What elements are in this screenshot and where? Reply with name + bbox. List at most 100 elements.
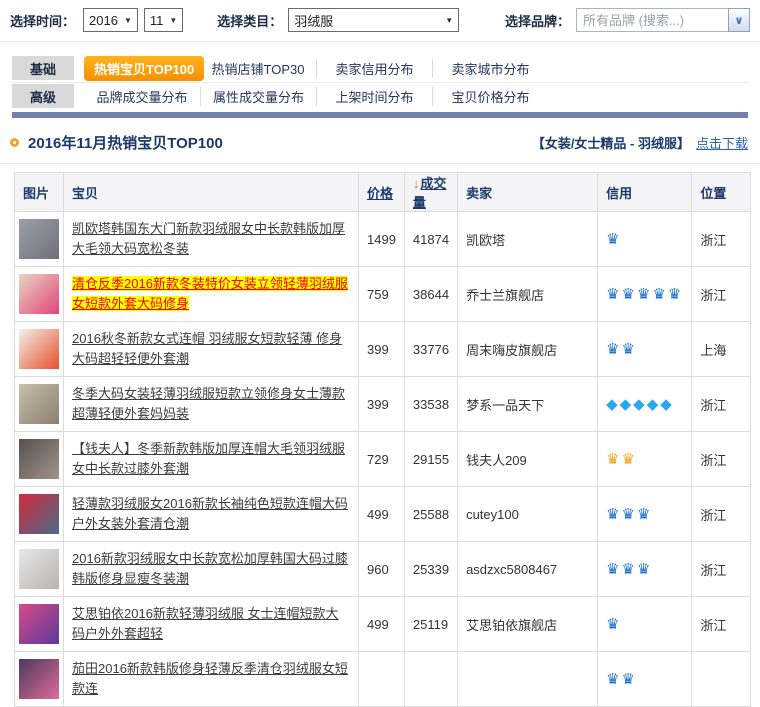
location-value: 浙江 [692,267,751,322]
category-select[interactable]: 羽绒服 ▼ [288,8,459,32]
product-thumbnail[interactable] [19,494,59,534]
location-value: 浙江 [692,487,751,542]
product-thumbnail[interactable] [19,329,59,369]
tab-seller-credit-distribution[interactable]: 卖家信用分布 [316,59,432,78]
caret-down-icon: ▼ [445,16,453,25]
product-thumbnail[interactable] [19,219,59,259]
sales-value: 25119 [404,597,457,652]
tab-group-basic-label: 基础 [12,56,74,80]
crown-icon: ♛ [637,561,650,578]
product-title-link[interactable]: 茄田2016新款韩版修身轻薄反季清仓羽绒服女短款连 [72,661,348,696]
sales-value: 25339 [404,542,457,597]
product-thumbnail[interactable] [19,549,59,589]
product-title-link[interactable]: 【钱夫人】冬季新款韩版加厚连帽大毛领羽绒服女中长款过膝外套潮 [72,441,345,476]
tab-hot-items-top100[interactable]: 热销宝贝TOP100 [84,56,200,81]
tab-attribute-volume-distribution[interactable]: 属性成交量分布 [200,87,316,106]
product-thumbnail[interactable] [19,274,59,314]
price-value: 759 [359,267,405,322]
crown-icon: ♛ [622,506,635,523]
seller-name: 凯欧塔 [458,212,598,267]
credit-icons: ♛♛♛ [598,487,692,542]
product-thumbnail[interactable] [19,604,59,644]
tab-seller-city-distribution[interactable]: 卖家城市分布 [432,59,548,78]
credit-icons: ◆◆◆◆◆ [598,377,692,432]
crown-icon: ♛ [622,286,635,303]
sales-value: 33776 [404,322,457,377]
download-link[interactable]: 点击下载 [696,133,748,152]
location-value [692,652,751,707]
time-filter-label: 选择时间： [10,11,75,30]
tab-listing-time-distribution[interactable]: 上架时间分布 [316,87,432,106]
sort-desc-icon: ↓ [413,176,420,191]
table-row: 冬季大码女装轻薄羽绒服短款立领修身女士薄款超薄轻便外套妈妈装 399 33538… [15,377,751,432]
section-header: 2016年11月热销宝贝TOP100 【女装/女士精品 - 羽绒服】 点击下载 [0,118,760,164]
crown-icon: ♛ [668,286,681,303]
price-value: 960 [359,542,405,597]
seller-name: 钱夫人209 [458,432,598,487]
location-value: 浙江 [692,432,751,487]
crown-icon: ♛ [637,506,650,523]
tab-item-price-distribution[interactable]: 宝贝价格分布 [432,87,548,106]
crown-icon: ♛ [606,671,619,688]
category-breadcrumb: 【女装/女士精品 - 羽绒服】 [532,133,690,152]
tab-navigation: 基础 热销宝贝TOP100 热销店铺TOP30 卖家信用分布 卖家城市分布 高级… [12,54,748,118]
credit-icons: ♛♛ [598,432,692,487]
credit-icons: ♛ [598,597,692,652]
credit-icons: ♛♛ [598,652,692,707]
crown-icon: ♛ [622,341,635,358]
price-value: 1499 [359,212,405,267]
crown-icon: ♛ [622,671,635,688]
seller-name: cutey100 [458,487,598,542]
price-value [359,652,405,707]
page-title: 2016年11月热销宝贝TOP100 [28,132,532,153]
product-title-link[interactable]: 清仓反季2016新款冬装特价女装立领轻薄羽绒服女短款外套大码修身 [72,276,348,311]
product-title-link[interactable]: 艾思铂依2016新款轻薄羽绒服 女士连帽短款大码户外外套超轻 [72,606,339,641]
product-thumbnail[interactable] [19,439,59,479]
header-seller: 卖家 [458,173,598,212]
price-sort-link[interactable]: 价格 [367,186,393,201]
brand-search-input[interactable] [576,8,728,32]
price-value: 399 [359,377,405,432]
credit-icons: ♛♛ [598,322,692,377]
month-select[interactable]: 11 ▼ [144,8,183,32]
product-title-link[interactable]: 冬季大码女装轻薄羽绒服短款立领修身女士薄款超薄轻便外套妈妈装 [72,386,345,421]
table-row: 茄田2016新款韩版修身轻薄反季清仓羽绒服女短款连 ♛♛ [15,652,751,707]
tab-hot-shops-top30[interactable]: 热销店铺TOP30 [200,59,316,78]
seller-name [458,652,598,707]
brand-dropdown-button[interactable]: ∨ [728,8,750,32]
sales-value: 38644 [404,267,457,322]
tab-brand-volume-distribution[interactable]: 品牌成交量分布 [84,87,200,106]
product-thumbnail[interactable] [19,659,59,699]
caret-down-icon: ▼ [124,16,132,25]
header-location: 位置 [692,173,751,212]
header-credit: 信用 [598,173,692,212]
table-row: 清仓反季2016新款冬装特价女装立领轻薄羽绒服女短款外套大码修身 759 386… [15,267,751,322]
table-header-row: 图片 宝贝 价格 ↓成交量 卖家 信用 位置 [15,173,751,212]
product-thumbnail[interactable] [19,384,59,424]
seller-name: asdzxc5808467 [458,542,598,597]
sales-value: 41874 [404,212,457,267]
table-row: 艾思铂依2016新款轻薄羽绒服 女士连帽短款大码户外外套超轻 499 25119… [15,597,751,652]
chevron-down-icon: ∨ [735,14,744,27]
table-row: 【钱夫人】冬季新款韩版加厚连帽大毛领羽绒服女中长款过膝外套潮 729 29155… [15,432,751,487]
product-title-link[interactable]: 轻薄款羽绒服女2016新款长袖纯色短款连帽大码户外女装外套清仓潮 [72,496,348,531]
credit-icons: ♛♛♛ [598,542,692,597]
seller-name: 乔士兰旗舰店 [458,267,598,322]
product-title-link[interactable]: 2016新款羽绒服女中长款宽松加厚韩国大码过膝韩版修身显瘦冬装潮 [72,551,348,586]
location-value: 上海 [692,322,751,377]
crown-icon: ♛ [606,451,619,468]
diamond-icon: ◆ [647,396,659,413]
sales-value: 25588 [404,487,457,542]
product-title-link[interactable]: 凯欧塔韩国东大门新款羽绒服女中长款韩版加厚大毛领大码宽松冬装 [72,221,345,256]
caret-down-icon: ▼ [169,16,177,25]
header-image: 图片 [15,173,64,212]
diamond-icon: ◆ [606,396,618,413]
credit-icons: ♛ [598,212,692,267]
product-title-link[interactable]: 2016秋冬新款女式连帽 羽绒服女短款轻薄 修身大码超轻轻便外套潮 [72,331,342,366]
year-select[interactable]: 2016 ▼ [83,8,138,32]
brand-filter-label: 选择品牌： [505,11,570,30]
diamond-icon: ◆ [660,396,672,413]
sales-value: 33538 [404,377,457,432]
crown-icon: ♛ [606,341,619,358]
crown-icon: ♛ [606,506,619,523]
